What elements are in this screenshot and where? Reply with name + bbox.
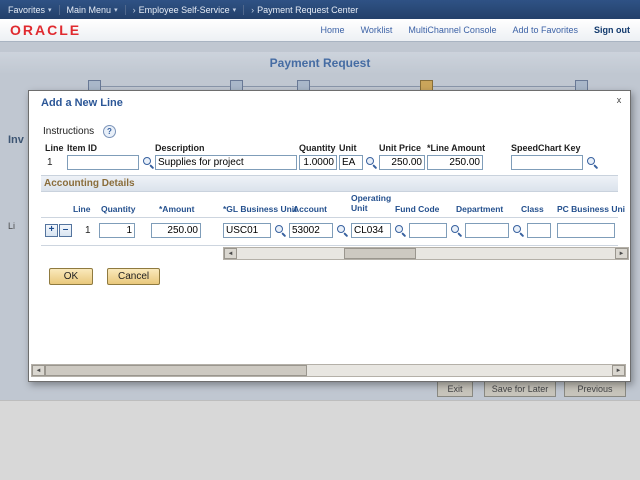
oracle-logo: ORACLE <box>10 22 82 38</box>
col-header-department: Department <box>456 204 504 214</box>
scroll-right-icon[interactable]: ► <box>612 365 625 376</box>
col-header-line: Line <box>73 204 91 214</box>
chevron-down-icon: ▾ <box>48 6 52 14</box>
account-lookup-icon[interactable] <box>336 224 349 237</box>
add-to-favorites-link[interactable]: Add to Favorites <box>512 25 578 35</box>
cancel-button[interactable]: Cancel <box>107 268 161 285</box>
scroll-left-icon[interactable]: ◄ <box>32 365 45 376</box>
operating-unit-lookup-icon[interactable] <box>394 224 407 237</box>
breadcrumb-payment-request-center[interactable]: › Payment Request Center <box>251 5 358 15</box>
gl-business-unit-lookup-icon[interactable] <box>274 224 287 237</box>
col-header-account: Account <box>293 204 327 214</box>
accounting-details-header: Accounting Details <box>41 175 618 192</box>
row-fund-code-input[interactable] <box>409 223 447 238</box>
utility-bar: ORACLE Home Worklist MultiChannel Consol… <box>0 19 640 42</box>
breadcrumb-chevron-icon: › <box>251 4 255 15</box>
grid-h-scrollbar[interactable]: ◄ ► <box>223 247 629 260</box>
col-header-gl-business-unit: *GL Business Unit <box>223 204 297 214</box>
worklist-link[interactable]: Worklist <box>361 25 393 35</box>
row-operating-unit-input[interactable] <box>351 223 391 238</box>
favorites-label: Favorites <box>8 4 46 15</box>
main-menu[interactable]: Main Menu ▾ <box>67 5 118 15</box>
fund-code-lookup-icon[interactable] <box>450 224 463 237</box>
line-number-value: 1 <box>47 157 53 168</box>
row-gl-business-unit-input[interactable] <box>223 223 271 238</box>
col-header-fund-code: Fund Code <box>395 204 440 214</box>
unit-input[interactable] <box>339 155 363 170</box>
chevron-down-icon: ▾ <box>114 6 118 14</box>
line-amount-input[interactable] <box>427 155 483 170</box>
row-pc-business-unit-input[interactable] <box>557 223 615 238</box>
breadcrumb-chevron-icon: › <box>132 4 136 15</box>
dialog-h-scrollbar[interactable]: ◄ ► <box>31 364 626 377</box>
chevron-down-icon: ▾ <box>232 6 237 14</box>
unit-lookup-icon[interactable] <box>365 156 378 169</box>
line-amount-label: *Line Amount <box>427 143 486 153</box>
utility-links: Home Worklist MultiChannel Console Add t… <box>321 25 630 35</box>
multichannel-console-link[interactable]: MultiChannel Console <box>408 25 496 35</box>
instructions-label: Instructions <box>43 126 95 137</box>
grid-divider <box>41 245 618 246</box>
help-icon[interactable]: ? <box>103 125 116 138</box>
item-id-lookup-icon[interactable] <box>142 156 155 169</box>
sign-out-link[interactable]: Sign out <box>594 25 630 35</box>
breadcrumb-label: Employee Self-Service <box>138 4 230 15</box>
col-header-quantity: Quantity <box>101 204 136 214</box>
row-department-input[interactable] <box>465 223 509 238</box>
row-amount-input[interactable] <box>151 223 201 238</box>
speedchart-lookup-icon[interactable] <box>586 156 599 169</box>
speedchart-key-input[interactable] <box>511 155 583 170</box>
accounting-details-title: Accounting Details <box>44 178 135 189</box>
breadcrumb-employee-self-service[interactable]: › Employee Self-Service ▾ <box>133 5 237 15</box>
breadcrumb-label: Payment Request Center <box>257 4 359 15</box>
screen: Favorites ▾ Main Menu ▾ › Employee Self-… <box>0 0 640 480</box>
item-id-input[interactable] <box>67 155 139 170</box>
add-new-line-dialog: Add a New Line x Instructions ? Line Ite… <box>28 90 631 382</box>
col-header-amount: *Amount <box>159 204 195 214</box>
description-label: Description <box>155 143 205 153</box>
close-icon[interactable]: x <box>613 94 625 106</box>
row-class-input[interactable] <box>527 223 551 238</box>
favorites-menu[interactable]: Favorites ▾ <box>8 5 52 15</box>
row-quantity-input[interactable] <box>99 223 135 238</box>
separator <box>243 4 245 15</box>
scroll-left-icon[interactable]: ◄ <box>224 248 237 259</box>
unit-price-input[interactable] <box>379 155 425 170</box>
unit-label: Unit <box>339 143 357 153</box>
main-menu-label: Main Menu <box>66 4 112 15</box>
item-id-label: Item ID <box>67 143 98 153</box>
description-input[interactable] <box>155 155 297 170</box>
row-line-number: 1 <box>85 225 91 236</box>
col-header-class: Class <box>521 204 544 214</box>
speedchart-key-label: SpeedChart Key <box>511 143 581 153</box>
separator <box>58 4 60 15</box>
quantity-input[interactable] <box>299 155 337 170</box>
delete-row-icon[interactable]: – <box>59 224 72 237</box>
add-row-icon[interactable]: + <box>45 224 58 237</box>
empty-page-area <box>0 400 640 480</box>
ok-button[interactable]: OK <box>49 268 93 285</box>
home-link[interactable]: Home <box>321 25 345 35</box>
scrollbar-thumb[interactable] <box>45 365 307 376</box>
unit-price-label: Unit Price <box>379 143 422 153</box>
col-header-pc-business-unit: PC Business Unit <box>557 205 625 214</box>
breadcrumb-bar: Favorites ▾ Main Menu ▾ › Employee Self-… <box>0 0 640 19</box>
department-lookup-icon[interactable] <box>512 224 525 237</box>
grid-divider <box>41 217 618 218</box>
dialog-title: Add a New Line <box>41 97 123 109</box>
col-header-operating-unit: Operating Unit <box>351 193 392 213</box>
scroll-right-icon[interactable]: ► <box>615 248 628 259</box>
separator <box>124 4 126 15</box>
row-account-input[interactable] <box>289 223 333 238</box>
line-label: Line <box>45 143 64 153</box>
scrollbar-thumb[interactable] <box>344 248 416 259</box>
quantity-label: Quantity <box>299 143 336 153</box>
